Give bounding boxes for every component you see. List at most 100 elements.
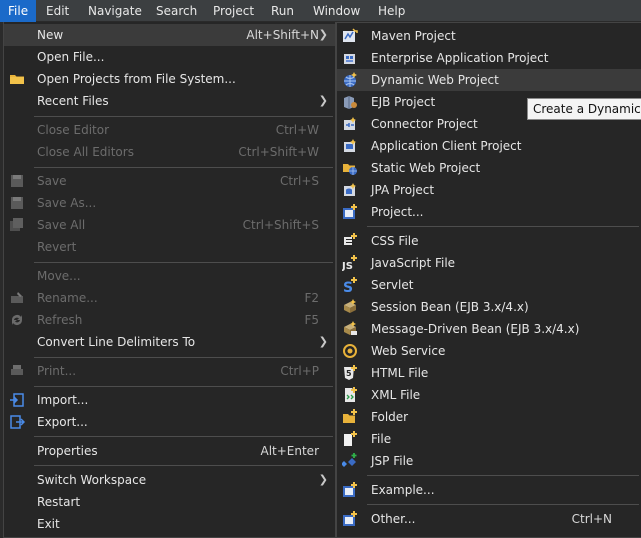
menu-item-message-driven-bean[interactable]: Message-Driven Bean (EJB 3.x/4.x) bbox=[337, 318, 641, 340]
menu-item-label: Dynamic Web Project bbox=[371, 73, 499, 87]
separator bbox=[34, 436, 333, 437]
menu-item-other[interactable]: Other... Ctrl+N bbox=[337, 508, 641, 530]
menu-item-label: XML File bbox=[371, 388, 421, 402]
menu-item-label: Print... bbox=[37, 364, 77, 378]
menu-item-project[interactable]: Project... bbox=[337, 201, 641, 223]
new-project-icon bbox=[343, 204, 357, 219]
javascript-file-icon: JS bbox=[342, 255, 357, 271]
menu-item-import[interactable]: Import... bbox=[4, 389, 335, 411]
menu-item-label: Connector Project bbox=[371, 117, 478, 131]
separator bbox=[34, 386, 333, 387]
menu-item-move[interactable]: Move... bbox=[4, 265, 335, 287]
separator bbox=[367, 226, 639, 227]
menu-item-servlet[interactable]: S Servlet bbox=[337, 274, 641, 296]
menu-item-rename[interactable]: Rename... F2 bbox=[4, 287, 335, 309]
menu-item-label: Restart bbox=[37, 495, 81, 509]
menu-item-example[interactable]: Example... bbox=[337, 479, 641, 501]
menu-item-label: Enterprise Application Project bbox=[371, 51, 549, 65]
menu-item-label: Recent Files bbox=[37, 94, 109, 108]
separator bbox=[34, 167, 333, 168]
shortcut: Ctrl+P bbox=[280, 364, 319, 378]
menu-item-close-editor[interactable]: Close Editor Ctrl+W bbox=[4, 119, 335, 141]
menu-item-css-file[interactable]: CSS File bbox=[337, 230, 641, 252]
enterprise-project-icon bbox=[344, 54, 355, 64]
menu-item-open-file[interactable]: Open File... bbox=[4, 46, 335, 68]
submenu-arrow-icon: ❯ bbox=[318, 473, 328, 486]
maven-project-icon bbox=[343, 28, 358, 42]
other-wizard-icon bbox=[343, 511, 357, 526]
menu-item-label: Exit bbox=[37, 517, 60, 531]
menu-item-label: Import... bbox=[37, 393, 89, 407]
menu-item-label: JPA Project bbox=[371, 183, 435, 197]
menu-project[interactable]: Project bbox=[205, 0, 262, 22]
ejb-project-icon bbox=[344, 96, 357, 109]
menu-item-label: Refresh bbox=[37, 313, 83, 327]
menu-item-maven-project[interactable]: Maven Project bbox=[337, 25, 641, 47]
menu-item-save-as[interactable]: Save As... bbox=[4, 192, 335, 214]
menu-item-xml-file[interactable]: XML File bbox=[337, 384, 641, 406]
menu-item-app-client-project[interactable]: Application Client Project bbox=[337, 135, 641, 157]
shortcut: Ctrl+Shift+W bbox=[238, 145, 319, 159]
menu-file[interactable]: File bbox=[0, 0, 37, 22]
menu-item-jsp-file[interactable]: JSP File bbox=[337, 450, 641, 472]
menu-item-label: Open File... bbox=[37, 50, 105, 64]
save-all-icon bbox=[10, 218, 23, 231]
menu-item-html-file[interactable]: 5 HTML File bbox=[337, 362, 641, 384]
import-icon bbox=[10, 393, 24, 407]
menu-item-label: Switch Workspace bbox=[37, 473, 147, 487]
menu-item-save-all[interactable]: Save All Ctrl+Shift+S bbox=[4, 214, 335, 236]
menu-run[interactable]: Run bbox=[263, 0, 302, 22]
separator bbox=[34, 116, 333, 117]
menu-item-export[interactable]: Export... bbox=[4, 411, 335, 433]
menu-item-open-projects[interactable]: Open Projects from File System... bbox=[4, 68, 335, 90]
shortcut: Ctrl+W bbox=[275, 123, 319, 137]
connector-project-icon bbox=[344, 117, 356, 130]
menu-item-properties[interactable]: Properties Alt+Enter bbox=[4, 440, 335, 462]
css-file-icon bbox=[344, 233, 357, 245]
menu-help[interactable]: Help bbox=[370, 0, 413, 22]
menu-item-label: File bbox=[371, 432, 392, 446]
menu-item-label: Close All Editors bbox=[37, 145, 134, 159]
menu-item-new[interactable]: New Alt+Shift+N ❯ bbox=[4, 24, 335, 46]
menu-item-file[interactable]: File bbox=[337, 428, 641, 450]
menu-item-convert-line-delimiters[interactable]: Convert Line Delimiters To ❯ bbox=[4, 331, 335, 353]
menu-item-save[interactable]: Save Ctrl+S bbox=[4, 170, 335, 192]
shortcut: Ctrl+Shift+S bbox=[242, 218, 319, 232]
menu-item-label: Save All bbox=[37, 218, 86, 232]
shortcut: Ctrl+N bbox=[571, 512, 612, 526]
menu-item-enterprise-app-project[interactable]: Enterprise Application Project bbox=[337, 47, 641, 69]
shortcut: F2 bbox=[304, 291, 319, 305]
menu-item-javascript-file[interactable]: JS JavaScript File bbox=[337, 252, 641, 274]
print-icon bbox=[11, 365, 23, 375]
menu-window[interactable]: Window bbox=[305, 0, 368, 22]
menu-item-switch-workspace[interactable]: Switch Workspace ❯ bbox=[4, 469, 335, 491]
menu-item-label: Web Service bbox=[371, 344, 446, 358]
web-service-icon bbox=[343, 344, 357, 358]
menu-item-label: JavaScript File bbox=[371, 256, 456, 270]
menu-edit[interactable]: Edit bbox=[38, 0, 77, 22]
refresh-icon bbox=[12, 315, 22, 325]
menu-navigate[interactable]: Navigate bbox=[80, 0, 150, 22]
menu-item-label: Revert bbox=[37, 240, 77, 254]
menu-item-print[interactable]: Print... Ctrl+P bbox=[4, 360, 335, 382]
message-driven-bean-icon bbox=[344, 321, 357, 335]
menu-item-close-all-editors[interactable]: Close All Editors Ctrl+Shift+W bbox=[4, 141, 335, 163]
menu-item-label: Convert Line Delimiters To bbox=[37, 335, 196, 349]
menu-item-label: Close Editor bbox=[37, 123, 110, 137]
menu-item-revert[interactable]: Revert bbox=[4, 236, 335, 258]
menu-item-static-web-project[interactable]: Static Web Project bbox=[337, 157, 641, 179]
menu-item-exit[interactable]: Exit bbox=[4, 513, 335, 535]
separator bbox=[34, 262, 333, 263]
menu-item-recent-files[interactable]: Recent Files ❯ bbox=[4, 90, 335, 112]
menu-item-jpa-project[interactable]: JPA Project bbox=[337, 179, 641, 201]
menu-item-web-service[interactable]: Web Service bbox=[337, 340, 641, 362]
menu-search[interactable]: Search bbox=[148, 0, 205, 22]
menu-item-refresh[interactable]: Refresh F5 bbox=[4, 309, 335, 331]
static-web-project-icon bbox=[343, 164, 357, 175]
menu-item-session-bean[interactable]: Session Bean (EJB 3.x/4.x) bbox=[337, 296, 641, 318]
menu-item-label: Move... bbox=[37, 269, 81, 283]
menu-item-restart[interactable]: Restart bbox=[4, 491, 335, 513]
menu-item-dynamic-web-project[interactable]: Dynamic Web Project bbox=[337, 69, 641, 91]
menu-item-folder[interactable]: Folder bbox=[337, 406, 641, 428]
jsp-file-icon bbox=[342, 453, 357, 467]
